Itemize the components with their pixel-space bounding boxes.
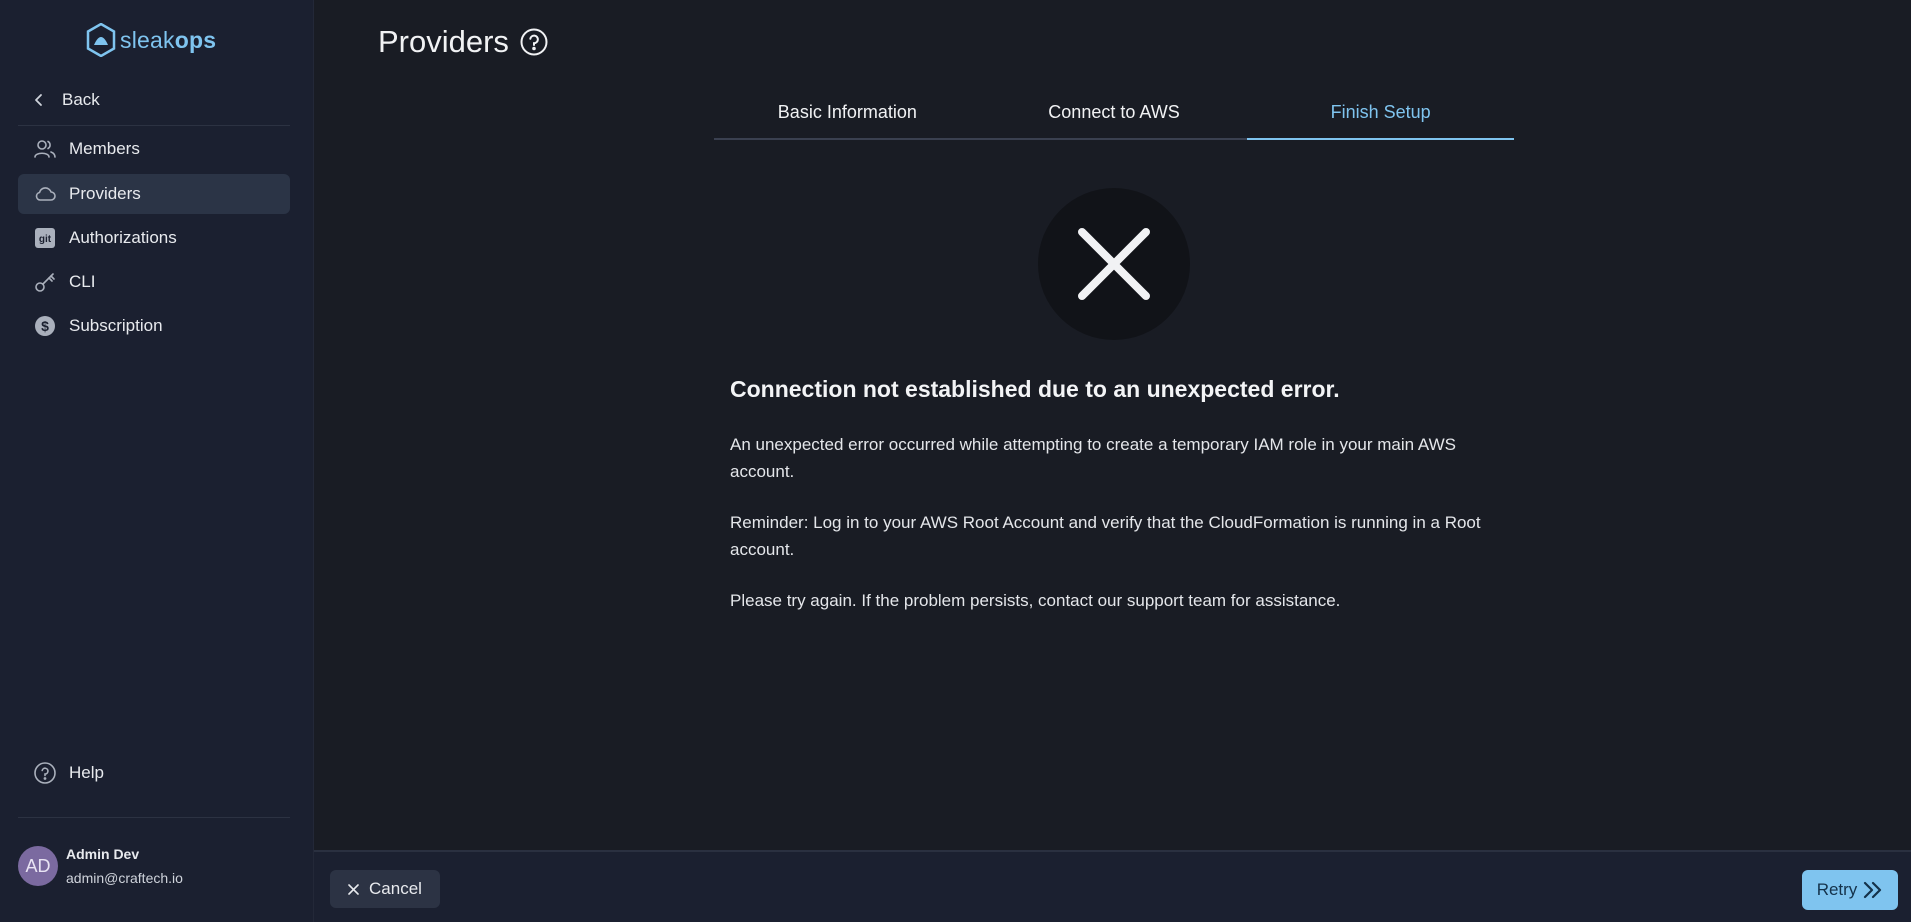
sidebar-item-label: Authorizations xyxy=(69,228,177,247)
back-button[interactable]: Back xyxy=(18,82,290,118)
cancel-button[interactable]: Cancel xyxy=(330,870,440,908)
help-label: Help xyxy=(69,763,104,782)
sidebar-item-label: Members xyxy=(69,139,140,158)
user-name: Admin Dev xyxy=(66,846,140,862)
error-title: Connection not established due to an une… xyxy=(730,376,1340,402)
footer-bar: Cancel Retry xyxy=(314,850,1911,922)
sidebar-item-cli[interactable]: CLI xyxy=(18,262,290,302)
cloud-icon xyxy=(33,182,57,206)
chevrons-right-icon xyxy=(1864,881,1882,899)
tab-connect-to-aws[interactable]: Connect to AWS xyxy=(981,94,1248,138)
error-message: Connection not established due to an une… xyxy=(730,376,1510,614)
cancel-label: Cancel xyxy=(369,879,422,898)
sidebar-item-authorizations[interactable]: git Authorizations xyxy=(18,218,290,258)
tab-basic-information[interactable]: Basic Information xyxy=(714,94,981,138)
sidebar-item-subscription[interactable]: $ Subscription xyxy=(18,306,290,346)
logo-text: sleakops xyxy=(120,26,217,53)
tab-finish-setup[interactable]: Finish Setup xyxy=(1247,94,1514,140)
app-root: sleakops Back Members Providers git Auth… xyxy=(0,0,1911,922)
help-icon[interactable] xyxy=(519,27,549,57)
close-icon xyxy=(1078,228,1150,300)
logo: sleakops xyxy=(86,22,216,58)
retry-button[interactable]: Retry xyxy=(1802,870,1898,910)
sidebar-item-members[interactable]: Members xyxy=(18,129,290,169)
sleakops-logo-icon xyxy=(86,23,116,57)
retry-label: Retry xyxy=(1816,880,1858,899)
sidebar-item-help[interactable]: Help xyxy=(18,753,290,793)
chevron-left-icon xyxy=(35,94,42,106)
close-icon xyxy=(348,883,359,895)
dollar-icon: $ xyxy=(33,314,57,338)
back-label: Back xyxy=(62,90,100,109)
error-description: An unexpected error occurred while attem… xyxy=(730,435,1456,481)
sidebar-item-providers[interactable]: Providers xyxy=(18,174,290,214)
svg-text:git: git xyxy=(39,234,52,245)
error-status-indicator xyxy=(1038,188,1190,340)
sidebar-item-label: CLI xyxy=(69,272,96,291)
user-info: Admin Dev admin@craftech.io xyxy=(66,846,183,886)
user-email: admin@craftech.io xyxy=(66,870,183,886)
sidebar-divider xyxy=(18,817,290,818)
help-icon xyxy=(33,761,57,785)
svg-text:$: $ xyxy=(41,318,49,334)
git-icon: git xyxy=(33,226,57,250)
user-profile[interactable]: AD Admin Dev admin@craftech.io xyxy=(18,846,183,886)
sidebar-item-label: Subscription xyxy=(69,316,163,335)
page-title: Providers xyxy=(378,24,509,59)
page-header: Providers xyxy=(378,24,549,60)
sidebar: sleakops Back Members Providers git Auth… xyxy=(0,0,314,922)
sidebar-item-label: Providers xyxy=(69,184,141,203)
error-instructions: Please try again. If the problem persist… xyxy=(730,591,1341,610)
error-reminder: Reminder: Log in to your AWS Root Accoun… xyxy=(730,513,1481,559)
setup-steps-tabs: Basic Information Connect to AWS Finish … xyxy=(714,94,1514,140)
avatar: AD xyxy=(18,846,58,886)
users-icon xyxy=(33,137,57,161)
key-icon xyxy=(33,270,57,294)
sidebar-divider xyxy=(18,125,290,126)
